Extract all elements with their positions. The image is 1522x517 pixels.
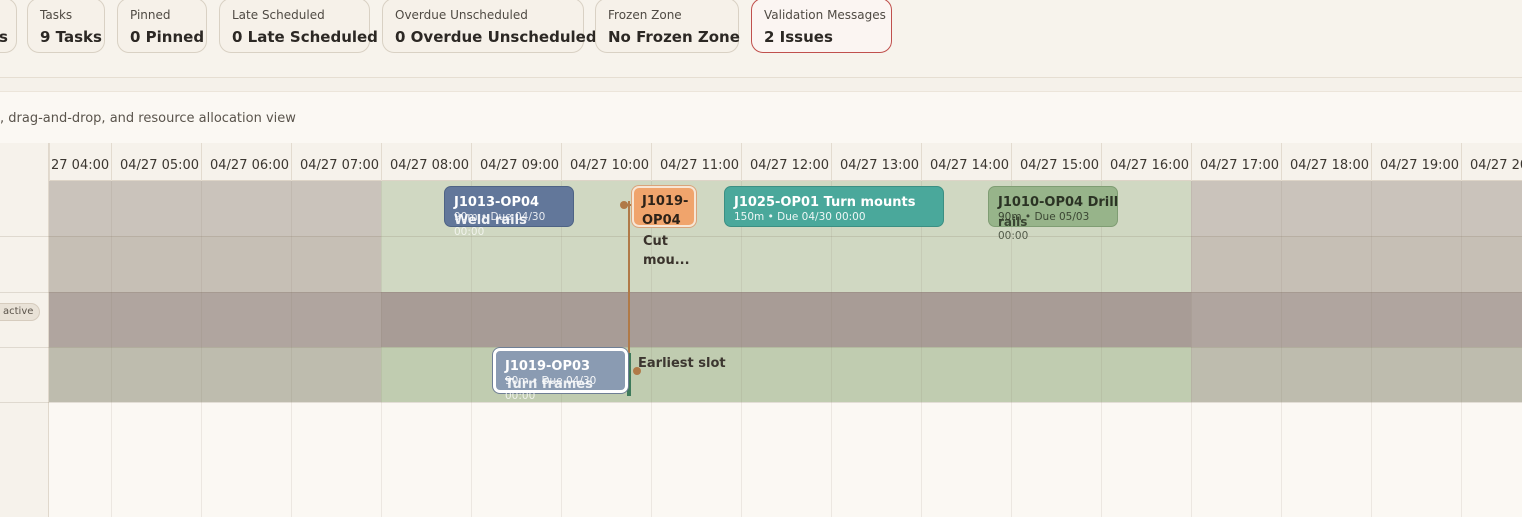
time-tick: 04/27 10:00 — [561, 143, 651, 181]
kpi-card-pinned[interactable]: Pinned 0 Pinned — [117, 0, 207, 53]
inactive-zone — [381, 292, 1191, 347]
kpi-card-late-scheduled[interactable]: Late Scheduled 0 Late Scheduled — [219, 0, 378, 53]
grid-line — [1461, 181, 1462, 517]
task-title: J1013-OP04 — [454, 195, 540, 210]
kpi-frozen-value: No Frozen Zone — [608, 28, 740, 46]
time-tick: 04/27 14:00 — [921, 143, 1011, 181]
time-tick: 04/27 17:00 — [1191, 143, 1281, 181]
row-divider — [0, 292, 1522, 293]
task-description-cont: mou... — [643, 253, 690, 268]
grid-line — [651, 181, 652, 517]
kpi-card-validation-messages[interactable]: Validation Messages 2 Issues — [751, 0, 892, 53]
resource-column — [0, 143, 49, 517]
task-description: Cut — [643, 234, 669, 249]
kpi-pinned-label: Pinned — [130, 8, 171, 22]
task-bar-j1010-op04[interactable]: J1010-OP04 Drill 90m • Due 05/03 rails 0… — [988, 186, 1119, 242]
time-tick: 04/27 06:00 — [201, 143, 291, 181]
time-tick: 04/27 16:00 — [1101, 143, 1191, 181]
row-divider — [0, 402, 1522, 403]
task-time: 00:00 — [998, 230, 1029, 242]
task-time: 00:00 — [505, 390, 536, 402]
kpi-overdue-label: Overdue Unscheduled — [395, 8, 528, 22]
task-title: J1025-OP01 Turn mounts — [734, 195, 916, 210]
earliest-slot-label: Earliest slot — [638, 356, 726, 371]
schedule-grid: J1013-OP04 90m • Due 04/30 Weld rails 00… — [0, 181, 1522, 517]
grid-line — [381, 181, 382, 517]
dependency-line — [628, 201, 630, 374]
kpi-card-overdue-unscheduled[interactable]: Overdue Unscheduled 0 Overdue Unschedule… — [382, 0, 597, 53]
task-meta: 150m • Due 04/30 00:00 — [734, 211, 866, 223]
kpi-card-tasks[interactable]: Tasks 9 Tasks — [27, 0, 105, 53]
time-tick: 27 04:00 — [49, 143, 111, 181]
resource-row[interactable] — [49, 347, 1522, 402]
task-bar-j1019-op04[interactable]: J1019- OP04 Cut mou... — [632, 186, 696, 268]
kpi-late-value: 0 Late Scheduled — [232, 28, 378, 46]
row-divider — [0, 236, 1522, 237]
task-title: J1019-OP03 — [505, 359, 591, 374]
time-tick: 04/27 12:00 — [741, 143, 831, 181]
view-subtitle: , drag-and-drop, and resource allocation… — [0, 111, 296, 126]
task-title: J1010-OP04 Drill — [998, 195, 1119, 210]
time-tick: 04/27 05:00 — [111, 143, 201, 181]
grid-line — [741, 181, 742, 517]
task-title-cont: OP04 — [642, 213, 681, 228]
kpi-overdue-value: 0 Overdue Unscheduled — [395, 28, 597, 46]
time-tick: 04/27 18:00 — [1281, 143, 1371, 181]
grid-line — [1101, 181, 1102, 517]
time-tick: 04/27 09:00 — [471, 143, 561, 181]
task-description: rails — [998, 215, 1028, 229]
kpi-partial-value: s — [0, 28, 8, 46]
task-bar-j1013-op04[interactable]: J1013-OP04 90m • Due 04/30 Weld rails 00… — [444, 186, 574, 238]
timeline-header: 27 04:00 04/27 05:00 04/27 06:00 04/27 0… — [0, 143, 1522, 181]
task-time: 00:00 — [454, 226, 485, 238]
task-bar-j1019-op03[interactable]: J1019-OP03 90m • Due 04/30 Turn frames 0… — [493, 348, 628, 402]
kpi-strip: s Tasks 9 Tasks Pinned 0 Pinned Late Sch… — [0, 0, 1522, 78]
resource-row-lane — [49, 236, 1522, 292]
kpi-tasks-value: 9 Tasks — [40, 28, 102, 46]
section-divider — [0, 78, 1522, 92]
kpi-tasks-label: Tasks — [40, 8, 73, 22]
dependency-start-dot — [620, 201, 628, 209]
kpi-card-partial[interactable]: s — [0, 0, 17, 53]
row-divider — [0, 347, 1522, 348]
kpi-validation-value: 2 Issues — [764, 28, 833, 46]
time-tick: 04/27 07:00 — [291, 143, 381, 181]
time-tick: 04/27 08:00 — [381, 143, 471, 181]
time-tick: 04/27 13:00 — [831, 143, 921, 181]
kpi-validation-label: Validation Messages — [764, 8, 886, 22]
grid-line — [291, 181, 292, 517]
off-shift-zone — [49, 292, 381, 347]
grid-line — [1281, 181, 1282, 517]
scheduler-view: s Tasks 9 Tasks Pinned 0 Pinned Late Sch… — [0, 0, 1522, 517]
inactive-resource-row[interactable] — [49, 292, 1522, 347]
off-shift-zone — [49, 347, 381, 402]
task-title: J1019- — [642, 194, 689, 209]
grid-line — [1191, 181, 1192, 517]
kpi-late-label: Late Scheduled — [232, 8, 325, 22]
time-tick: 04/27 11:00 — [651, 143, 741, 181]
kpi-card-frozen-zone[interactable]: Frozen Zone No Frozen Zone — [595, 0, 740, 53]
task-bar-j1025-op01[interactable]: J1025-OP01 Turn mounts 150m • Due 04/30 … — [724, 186, 944, 227]
grid-line — [921, 181, 922, 517]
inactive-badge: active — [0, 303, 41, 321]
grid-line — [1371, 181, 1372, 517]
off-shift-zone — [1191, 292, 1522, 347]
grid-line — [111, 181, 112, 517]
time-tick: 04/27 20 — [1461, 143, 1522, 181]
kpi-pinned-value: 0 Pinned — [130, 28, 205, 46]
off-shift-zone — [1191, 347, 1522, 402]
time-tick: 04/27 15:00 — [1011, 143, 1101, 181]
kpi-frozen-label: Frozen Zone — [608, 8, 682, 22]
grid-line — [201, 181, 202, 517]
time-tick: 04/27 19:00 — [1371, 143, 1461, 181]
grid-line — [831, 181, 832, 517]
